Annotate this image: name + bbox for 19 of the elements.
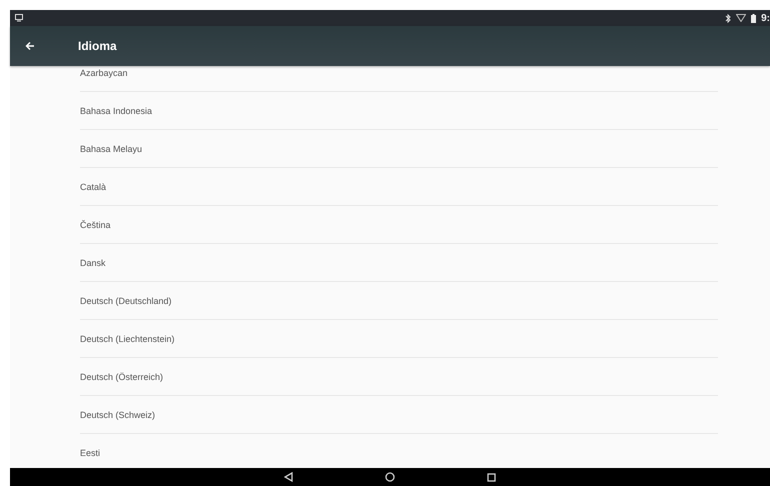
- clock-text: 9:: [761, 12, 770, 24]
- language-item[interactable]: Azarbaycan: [80, 66, 718, 92]
- screen-icon: [15, 14, 23, 22]
- language-item[interactable]: Deutsch (Österreich): [80, 358, 718, 396]
- language-item[interactable]: Deutsch (Liechtenstein): [80, 320, 718, 358]
- language-item[interactable]: Bahasa Melayu: [80, 130, 718, 168]
- language-item[interactable]: Català: [80, 168, 718, 206]
- battery-icon: [751, 14, 756, 22]
- bluetooth-icon: [725, 14, 732, 22]
- language-item[interactable]: Deutsch (Schweiz): [80, 396, 718, 434]
- language-item[interactable]: Bahasa Indonesia: [80, 92, 718, 130]
- language-item[interactable]: Dansk: [80, 244, 718, 282]
- recents-square-icon[interactable]: [487, 472, 496, 482]
- home-circle-icon[interactable]: [385, 472, 395, 482]
- back-triangle-icon[interactable]: [284, 472, 293, 482]
- wifi-icon: [736, 14, 746, 22]
- screen-title: Idioma: [78, 39, 117, 53]
- language-item[interactable]: Deutsch (Deutschland): [80, 282, 718, 320]
- language-item[interactable]: Čeština: [80, 206, 718, 244]
